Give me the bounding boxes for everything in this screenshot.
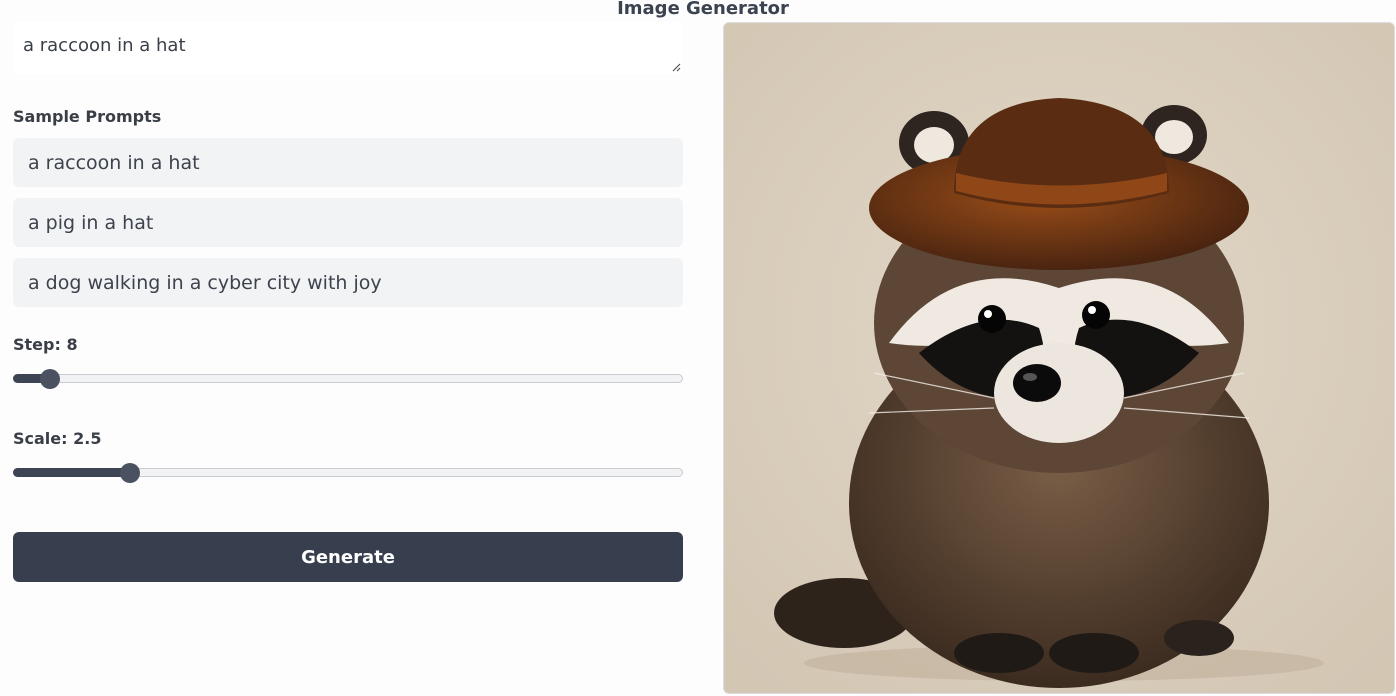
step-label: Step: 8 bbox=[13, 335, 78, 354]
step-slider-thumb[interactable] bbox=[40, 369, 60, 389]
prompt-text: a raccoon in a hat bbox=[23, 35, 186, 56]
prompt-textarea[interactable]: a raccoon in a hat bbox=[13, 22, 683, 74]
controls-panel: a raccoon in a hat Sample Prompts a racc… bbox=[13, 22, 683, 582]
sample-prompt-text: a pig in a hat bbox=[28, 211, 154, 234]
step-slider[interactable] bbox=[13, 368, 683, 390]
sample-prompt-text: a dog walking in a cyber city with joy bbox=[28, 271, 382, 294]
scale-slider-fill bbox=[13, 468, 130, 477]
sample-prompts-label: Sample Prompts bbox=[13, 107, 162, 126]
sample-prompt-text: a raccoon in a hat bbox=[28, 151, 200, 174]
sample-prompt-item[interactable]: a pig in a hat bbox=[13, 198, 683, 247]
page-title: Image Generator bbox=[617, 0, 789, 19]
scale-slider[interactable] bbox=[13, 462, 683, 484]
sample-prompt-item[interactable]: a dog walking in a cyber city with joy bbox=[13, 258, 683, 307]
generated-image bbox=[723, 22, 1395, 694]
sample-prompt-item[interactable]: a raccoon in a hat bbox=[13, 138, 683, 187]
resize-grip-icon[interactable] bbox=[671, 62, 681, 72]
scale-label: Scale: 2.5 bbox=[13, 429, 102, 448]
step-slider-track bbox=[13, 374, 683, 383]
generate-button[interactable]: Generate bbox=[13, 532, 683, 582]
scale-slider-thumb[interactable] bbox=[120, 463, 140, 483]
raccoon-image bbox=[724, 23, 1394, 693]
